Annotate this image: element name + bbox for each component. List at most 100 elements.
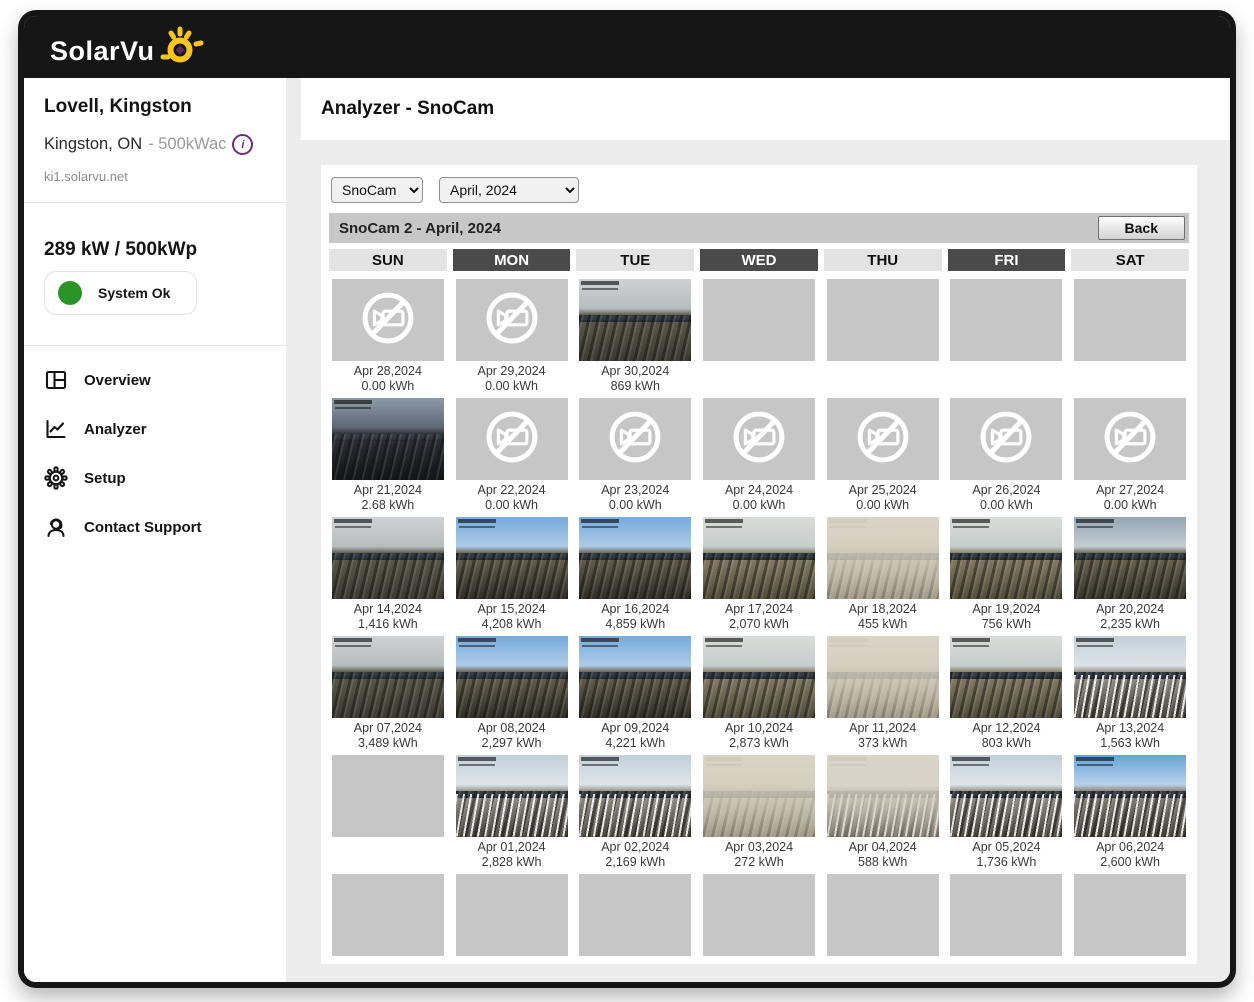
day-photo-thumbnail[interactable] — [827, 517, 939, 599]
day-photo-thumbnail[interactable] — [456, 636, 568, 718]
day-energy: 0.00 kWh — [972, 498, 1040, 513]
day-energy: 4,208 kWh — [478, 617, 546, 632]
calendar-day-cell: Apr 05,2024 1,736 kWh — [948, 755, 1066, 870]
calendar-empty-cell — [700, 279, 818, 394]
day-header-sat: SAT — [1071, 249, 1189, 271]
calendar-day-cell: Apr 25,2024 0.00 kWh — [824, 398, 942, 513]
day-date: Apr 17,2024 — [725, 602, 793, 617]
day-header-tue: TUE — [576, 249, 694, 271]
back-button[interactable]: Back — [1098, 216, 1185, 240]
camera-select[interactable]: SnoCam 2 — [331, 177, 423, 203]
no-camera-icon — [1099, 406, 1161, 473]
day-date: Apr 27,2024 — [1096, 483, 1164, 498]
app-window-inner: SolarVu — [24, 16, 1230, 982]
day-date: Apr 07,2024 — [354, 721, 422, 736]
day-date: Apr 20,2024 — [1096, 602, 1164, 617]
site-name: Lovell, Kingston — [44, 96, 268, 118]
day-energy: 869 kWh — [601, 379, 669, 394]
day-date: Apr 01,2024 — [478, 840, 546, 855]
no-camera-thumbnail — [827, 398, 939, 480]
calendar-day-cell: Apr 14,2024 1,416 kWh — [329, 517, 447, 632]
day-photo-thumbnail[interactable] — [456, 755, 568, 837]
site-capacity: - 500kWac — [148, 135, 226, 154]
sidebar-item-setup[interactable]: Setup — [44, 466, 268, 490]
day-photo-thumbnail[interactable] — [579, 755, 691, 837]
no-camera-thumbnail — [456, 398, 568, 480]
day-energy: 2,873 kWh — [725, 736, 793, 751]
day-photo-thumbnail[interactable] — [332, 636, 444, 718]
day-energy: 2,600 kWh — [1096, 855, 1164, 870]
day-energy: 1,736 kWh — [972, 855, 1040, 870]
day-photo-thumbnail[interactable] — [1074, 517, 1186, 599]
top-bar: SolarVu — [24, 16, 1230, 78]
empty-day-placeholder — [703, 874, 815, 956]
day-photo-thumbnail[interactable] — [456, 517, 568, 599]
calendar-day-cell: Apr 10,2024 2,873 kWh — [700, 636, 818, 751]
day-energy: 803 kWh — [972, 736, 1040, 751]
day-energy: 0.00 kWh — [725, 498, 793, 513]
day-photo-thumbnail[interactable] — [1074, 755, 1186, 837]
info-icon[interactable]: i — [232, 134, 253, 155]
empty-day-placeholder — [579, 874, 691, 956]
day-date: Apr 10,2024 — [725, 721, 793, 736]
sidebar-item-contact-support[interactable]: Contact Support — [44, 515, 268, 539]
day-date: Apr 18,2024 — [849, 602, 917, 617]
day-date: Apr 13,2024 — [1096, 721, 1164, 736]
no-camera-icon — [481, 406, 543, 473]
calendar-day-cell: Apr 13,2024 1,563 kWh — [1071, 636, 1189, 751]
empty-day-placeholder — [827, 279, 939, 361]
calendar-empty-cell — [948, 874, 1066, 956]
empty-day-placeholder — [703, 279, 815, 361]
sidebar-nav: Overview Analyzer Setup Contact Support — [44, 368, 268, 539]
sidebar-item-analyzer[interactable]: Analyzer — [44, 417, 268, 441]
day-energy: 2,070 kWh — [725, 617, 793, 632]
day-date: Apr 29,2024 — [478, 364, 546, 379]
overview-icon — [44, 368, 68, 392]
calendar-day-cell: Apr 17,2024 2,070 kWh — [700, 517, 818, 632]
day-photo-thumbnail[interactable] — [579, 279, 691, 361]
logo-text: SolarVu — [50, 31, 155, 71]
site-location-line: Kingston, ON - 500kWac i — [44, 134, 268, 155]
day-date: Apr 06,2024 — [1096, 840, 1164, 855]
day-date: Apr 24,2024 — [725, 483, 793, 498]
day-header-mon: MON — [453, 249, 571, 271]
day-energy: 0.00 kWh — [354, 379, 422, 394]
day-photo-thumbnail[interactable] — [703, 755, 815, 837]
day-photo-thumbnail[interactable] — [827, 636, 939, 718]
day-photo-thumbnail[interactable] — [1074, 636, 1186, 718]
day-date: Apr 22,2024 — [478, 483, 546, 498]
day-energy: 1,563 kWh — [1096, 736, 1164, 751]
day-photo-thumbnail[interactable] — [579, 636, 691, 718]
day-header-row: SUNMONTUEWEDTHUFRISAT — [329, 249, 1189, 271]
day-photo-thumbnail[interactable] — [703, 636, 815, 718]
day-photo-thumbnail[interactable] — [950, 755, 1062, 837]
sidebar-divider-bottom — [24, 345, 286, 346]
day-photo-thumbnail[interactable] — [950, 517, 1062, 599]
calendar-day-cell: Apr 01,2024 2,828 kWh — [453, 755, 571, 870]
month-select[interactable]: April, 2024 — [439, 177, 579, 203]
day-photo-thumbnail[interactable] — [827, 755, 939, 837]
day-energy: 2,828 kWh — [478, 855, 546, 870]
day-photo-thumbnail[interactable] — [579, 517, 691, 599]
sidebar-item-overview[interactable]: Overview — [44, 368, 268, 392]
calendar-empty-cell — [948, 279, 1066, 394]
calendar-day-cell: Apr 16,2024 4,859 kWh — [576, 517, 694, 632]
calendar-day-cell: Apr 28,2024 0.00 kWh — [329, 279, 447, 394]
calendar-day-cell: Apr 11,2024 373 kWh — [824, 636, 942, 751]
calendar-day-cell: Apr 03,2024 272 kWh — [700, 755, 818, 870]
day-photo-thumbnail[interactable] — [332, 517, 444, 599]
day-date: Apr 16,2024 — [601, 602, 669, 617]
calendar-day-cell: Apr 09,2024 4,221 kWh — [576, 636, 694, 751]
calendar-empty-cell — [824, 279, 942, 394]
day-date: Apr 26,2024 — [972, 483, 1040, 498]
calendar-day-cell: Apr 18,2024 455 kWh — [824, 517, 942, 632]
calendar-day-cell: Apr 19,2024 756 kWh — [948, 517, 1066, 632]
day-photo-thumbnail[interactable] — [703, 517, 815, 599]
day-photo-thumbnail[interactable] — [950, 636, 1062, 718]
day-energy: 373 kWh — [849, 736, 916, 751]
day-photo-thumbnail[interactable] — [332, 398, 444, 480]
calendar-empty-cell — [576, 874, 694, 956]
calendar-empty-cell — [700, 874, 818, 956]
support-icon — [44, 515, 68, 539]
no-camera-icon — [481, 287, 543, 354]
